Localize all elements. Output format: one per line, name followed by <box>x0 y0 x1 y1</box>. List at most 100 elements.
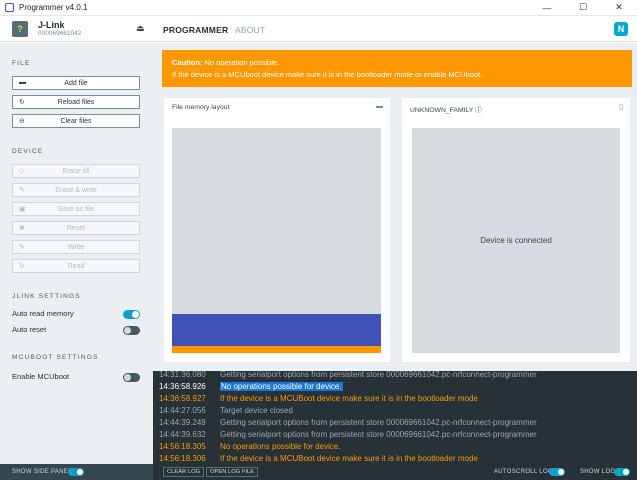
enable-mcuboot-toggle[interactable] <box>123 373 140 382</box>
log-line: 14:36:58.927 If the device is a MCUBoot d… <box>159 393 478 404</box>
log-line: 14:44:39.249 Getting serialport options f… <box>159 417 537 428</box>
auto-read-memory-label: Auto read memory <box>12 309 74 318</box>
eraser-icon: ◇ <box>19 168 25 175</box>
save-icon: ▣ <box>19 206 26 213</box>
section-title-device: DEVICE <box>12 148 44 155</box>
device-chip-icon[interactable]: ? <box>12 21 28 37</box>
save-as-file-button[interactable]: ▣ Save as file <box>12 202 140 216</box>
log-timestamp: 14:56:18.305 <box>159 442 206 451</box>
log-timestamp: 14:31:36.080 <box>159 371 206 379</box>
auto-read-memory-row: Auto read memory <box>12 309 140 321</box>
log-message-selected: No operations possible for device. <box>220 382 343 391</box>
add-file-button[interactable]: ▬ Add file <box>12 76 140 90</box>
read-label: Read <box>67 262 85 270</box>
footer-bar: SHOW SIDE PANEL CLEAR LOG OPEN LOG FILE … <box>0 464 637 480</box>
reset-button[interactable]: ✱ Reset <box>12 221 140 235</box>
section-title-jlink: JLINK SETTINGS <box>12 293 81 300</box>
pencil-icon: ✎ <box>19 187 25 194</box>
write-label: Write <box>67 243 85 251</box>
reload-files-label: Reload files <box>57 98 95 106</box>
phone-icon: ▯ <box>619 104 623 111</box>
section-title-file: FILE <box>12 60 31 67</box>
log-message: If the device is a MCUBoot device make s… <box>220 394 478 403</box>
read-button[interactable]: ↻ Read <box>12 259 140 273</box>
folder-icon: ▬ <box>376 103 383 110</box>
auto-read-memory-toggle[interactable] <box>123 310 140 319</box>
log-message: No operations possible for device. <box>220 442 341 451</box>
minus-circle-icon: ⊖ <box>19 118 25 125</box>
log-line: 14:31:36.080 Getting serialport options f… <box>159 371 537 380</box>
device-status-text: Device is connected <box>480 236 552 245</box>
log-line: 14:56:18.306 If the device is a MCUBoot d… <box>159 453 478 464</box>
log-message: Getting serialport options from persiste… <box>220 418 537 427</box>
section-title-mcuboot: MCUBOOT SETTINGS <box>12 354 99 361</box>
log-timestamp: 14:44:39.249 <box>159 418 206 427</box>
autoscroll-log-label: AUTOSCROLL LOG <box>494 469 553 475</box>
auto-reset-row: Auto reset <box>12 325 140 337</box>
erase-all-label: Erase all <box>62 167 90 175</box>
window-titlebar: Programmer v4.0.1 — ☐ ✕ <box>0 0 637 16</box>
reload-files-button[interactable]: ↻ Reload files <box>12 95 140 109</box>
show-side-panel-label: SHOW SIDE PANEL <box>12 469 72 475</box>
log-timestamp: 14:44:39.632 <box>159 430 206 439</box>
info-icon: ⓘ <box>475 107 482 114</box>
window-title: Programmer v4.0.1 <box>19 3 88 12</box>
side-panel: FILE ▬ Add file ↻ Reload files ⊖ Clear f… <box>0 43 153 464</box>
eject-icon[interactable]: ⏏ <box>136 23 145 34</box>
tab-programmer[interactable]: PROGRAMMER <box>163 25 228 35</box>
main-area: Caution: No operation possible. If the d… <box>153 43 637 371</box>
write-button[interactable]: ✎ Write <box>12 240 140 254</box>
log-message: Target device closed <box>220 406 293 415</box>
close-button[interactable]: ✕ <box>601 0 637 16</box>
log-line: 14:44:39.632 Getting serialport options f… <box>159 429 537 440</box>
device-memory-map: Device is connected <box>412 128 620 353</box>
footer-side-section: SHOW SIDE PANEL <box>0 464 153 480</box>
device-serial: 000069661042 <box>38 30 82 37</box>
tab-about[interactable]: ABOUT <box>235 25 265 35</box>
maximize-button[interactable]: ☐ <box>565 0 601 16</box>
show-side-panel-toggle[interactable] <box>68 468 84 476</box>
device-memory-panel: UNKNOWN_FAMILY ⓘ ▯ Device is connected <box>402 98 630 362</box>
alert-line-1: Caution: No operation possible. <box>172 57 622 69</box>
log-panel[interactable]: 14:31:36.080 Getting serialport options f… <box>153 371 637 464</box>
enable-mcuboot-row: Enable MCUboot <box>12 372 140 384</box>
log-line: 14:44:27.056 Target device closed <box>159 405 293 416</box>
refresh-icon: ↻ <box>19 263 25 270</box>
erase-write-label: Erase & write <box>55 186 97 194</box>
auto-reset-toggle[interactable] <box>123 326 140 335</box>
clear-log-button[interactable]: CLEAR LOG <box>163 467 205 477</box>
add-file-label: Add file <box>64 79 88 87</box>
alert-bold: Caution: <box>172 58 203 67</box>
log-message: Getting serialport options from persiste… <box>220 430 537 439</box>
log-line: 14:56:18.305 No operations possible for d… <box>159 441 341 452</box>
minimize-button[interactable]: — <box>529 0 565 16</box>
app-header: ? J-Link 000069661042 ⏏ PROGRAMMER ABOUT… <box>0 16 637 42</box>
device-family-title: UNKNOWN_FAMILY ⓘ <box>410 104 482 114</box>
auto-reset-label: Auto reset <box>12 325 47 334</box>
pencil-icon: ✎ <box>19 244 25 251</box>
device-name[interactable]: J-Link <box>38 20 65 30</box>
log-message: Getting serialport options from persiste… <box>220 371 537 379</box>
caution-alert: Caution: No operation possible. If the d… <box>162 50 632 87</box>
memory-region-bootloader[interactable] <box>172 346 381 353</box>
open-log-file-button[interactable]: OPEN LOG FILE <box>206 467 259 477</box>
clear-files-button[interactable]: ⊖ Clear files <box>12 114 140 128</box>
reload-icon: ↻ <box>19 99 25 106</box>
memory-region-block[interactable] <box>172 314 381 346</box>
erase-all-button[interactable]: ◇ Erase all <box>12 164 140 178</box>
log-timestamp: 14:36:58.926 <box>159 382 206 391</box>
log-line: 14:36:58.926 No operations possible for d… <box>159 381 343 392</box>
log-timestamp: 14:44:27.056 <box>159 406 206 415</box>
enable-mcuboot-label: Enable MCUboot <box>12 372 70 381</box>
erase-write-button[interactable]: ✎ Erase & write <box>12 183 140 197</box>
reset-label: Reset <box>66 224 86 232</box>
app-icon <box>5 3 14 12</box>
autoscroll-log-toggle[interactable] <box>549 468 565 476</box>
reset-icon: ✱ <box>19 225 25 232</box>
file-memory-panel: File memory layout ▬ <box>164 98 390 362</box>
log-timestamp: 14:36:58.927 <box>159 394 206 403</box>
log-message: If the device is a MCUBoot device make s… <box>220 454 478 463</box>
show-log-toggle[interactable] <box>614 468 630 476</box>
device-family-label: UNKNOWN_FAMILY <box>410 107 474 114</box>
folder-open-icon: ▬ <box>19 79 26 86</box>
